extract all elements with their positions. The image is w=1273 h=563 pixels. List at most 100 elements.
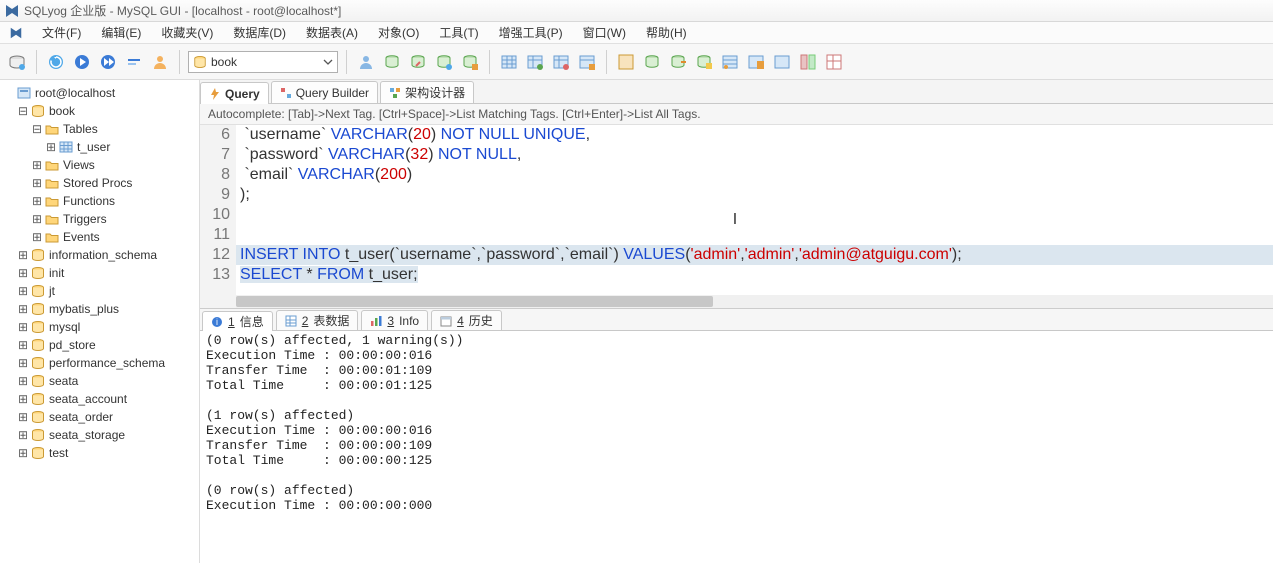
result-tab-messages[interactable]: i 1信息 [202,311,273,331]
editor-code[interactable]: `username` VARCHAR(20) NOT NULL UNIQUE, … [236,125,1273,308]
new-connection-button[interactable] [6,51,28,73]
tree-label: seata_storage [49,428,125,442]
format-button[interactable] [123,51,145,73]
tree-tables-folder[interactable]: ⊟ Tables [2,120,197,138]
result-tabstrip: i 1信息 2表数据 3Info 4历史 [200,309,1273,331]
expand-icon[interactable]: ⊞ [44,140,58,154]
expand-icon[interactable]: ⊞ [16,410,30,424]
tree-db-mybatis_plus[interactable]: ⊞mybatis_plus [2,300,197,318]
expand-icon[interactable]: ⊞ [16,302,30,316]
database-icon [30,247,46,263]
user-manager-button[interactable] [149,51,171,73]
toolbar-x9-button[interactable] [823,51,845,73]
toolbar-db4-button[interactable] [459,51,481,73]
tab-label: Query Builder [296,86,369,100]
toolbar-db2-button[interactable] [407,51,429,73]
toolbar-x1-button[interactable] [615,51,637,73]
toolbar-x2-button[interactable] [641,51,663,73]
tab-query[interactable]: Query [200,82,269,104]
execute-all-button[interactable] [97,51,119,73]
expand-icon[interactable]: ⊞ [30,158,44,172]
menu-table[interactable]: 数据表(A) [298,22,366,43]
menu-help[interactable]: 帮助(H) [638,22,695,43]
expand-icon[interactable]: ⊞ [16,428,30,442]
toolbar-separator [346,50,347,74]
expand-icon[interactable]: ⊞ [16,374,30,388]
expand-icon[interactable]: ⊞ [16,356,30,370]
menu-powertools[interactable]: 增强工具(P) [491,22,571,43]
tree-label: information_schema [49,248,157,262]
expand-icon[interactable]: ⊞ [30,212,44,226]
tree-connection[interactable]: root@localhost [2,84,197,102]
toolbar-x5-button[interactable] [719,51,741,73]
result-tab-info[interactable]: 3Info [361,310,428,330]
tree-db-seata_account[interactable]: ⊞seata_account [2,390,197,408]
tree-db-information_schema[interactable]: ⊞ information_schema [2,246,197,264]
menu-object[interactable]: 对象(O) [370,22,427,43]
object-browser[interactable]: root@localhost ⊟ book ⊟ Tables ⊞ t_user … [0,80,200,563]
toolbar-user-button[interactable] [355,51,377,73]
toolbar-separator [36,50,37,74]
toolbar-x3-button[interactable] [667,51,689,73]
tree-events-folder[interactable]: ⊞ Events [2,228,197,246]
menu-database[interactable]: 数据库(D) [225,22,294,43]
expand-icon[interactable]: ⊞ [16,446,30,460]
menu-window[interactable]: 窗口(W) [575,22,634,43]
tree-db-mysql[interactable]: ⊞mysql [2,318,197,336]
tree-db-book[interactable]: ⊟ book [2,102,197,120]
database-icon [30,337,46,353]
tree-db-seata_storage[interactable]: ⊞ seata_storage [2,426,197,444]
execute-query-button[interactable] [71,51,93,73]
tree-triggers-folder[interactable]: ⊞Triggers [2,210,197,228]
toolbar-t3-button[interactable] [550,51,572,73]
tree-db-seata[interactable]: ⊞seata [2,372,197,390]
expand-icon[interactable]: ⊞ [16,284,30,298]
tree-functions-folder[interactable]: ⊞Functions [2,192,197,210]
toolbar-db3-button[interactable] [433,51,455,73]
toolbar-x4-button[interactable] [693,51,715,73]
expand-icon[interactable]: ⊞ [16,248,30,262]
tree-db-jt[interactable]: ⊞jt [2,282,197,300]
result-messages[interactable]: (0 row(s) affected, 1 warning(s)) Execut… [200,331,1273,563]
tree-db-test[interactable]: ⊞test [2,444,197,462]
expand-icon[interactable]: ⊞ [16,338,30,352]
tree-label: Events [63,230,100,244]
toolbar-x8-button[interactable] [797,51,819,73]
sql-editor[interactable]: 6789 10111213 `username` VARCHAR(20) NOT… [200,125,1273,309]
menu-file[interactable]: 文件(F) [34,22,89,43]
menu-favorites[interactable]: 收藏夹(V) [153,22,221,43]
expand-icon[interactable]: ⊞ [30,194,44,208]
tree-db-init[interactable]: ⊞init [2,264,197,282]
autocomplete-hint: Autocomplete: [Tab]->Next Tag. [Ctrl+Spa… [200,104,1273,125]
result-tab-tabledata[interactable]: 2表数据 [276,310,359,330]
toolbar-x7-button[interactable] [771,51,793,73]
tab-schema-designer[interactable]: 架构设计器 [380,81,474,103]
scrollbar-thumb[interactable] [236,296,713,307]
collapse-icon[interactable]: ⊟ [30,122,44,136]
toolbar-t4-button[interactable] [576,51,598,73]
expand-icon[interactable]: ⊞ [30,176,44,190]
database-icon [30,427,46,443]
tree-db-seata_order[interactable]: ⊞seata_order [2,408,197,426]
toolbar-t2-button[interactable] [524,51,546,73]
tab-query-builder[interactable]: Query Builder [271,81,378,103]
expand-icon[interactable]: ⊞ [16,320,30,334]
menu-tools[interactable]: 工具(T) [431,22,486,43]
tree-views-folder[interactable]: ⊞Views [2,156,197,174]
editor-hscrollbar[interactable] [236,295,1273,308]
toolbar-db1-button[interactable] [381,51,403,73]
tree-procs-folder[interactable]: ⊞Stored Procs [2,174,197,192]
expand-icon[interactable]: ⊞ [16,266,30,280]
expand-icon[interactable]: ⊞ [16,392,30,406]
toolbar-x6-button[interactable] [745,51,767,73]
expand-icon[interactable]: ⊞ [30,230,44,244]
collapse-icon[interactable]: ⊟ [16,104,30,118]
refresh-button[interactable] [45,51,67,73]
tree-table-t_user[interactable]: ⊞ t_user [2,138,197,156]
tree-db-performance_schema[interactable]: ⊞performance_schema [2,354,197,372]
menu-edit[interactable]: 编辑(E) [93,22,149,43]
tree-db-pd_store[interactable]: ⊞pd_store [2,336,197,354]
database-selector[interactable]: book [188,51,338,73]
result-tab-history[interactable]: 4历史 [431,310,502,330]
toolbar-t1-button[interactable] [498,51,520,73]
